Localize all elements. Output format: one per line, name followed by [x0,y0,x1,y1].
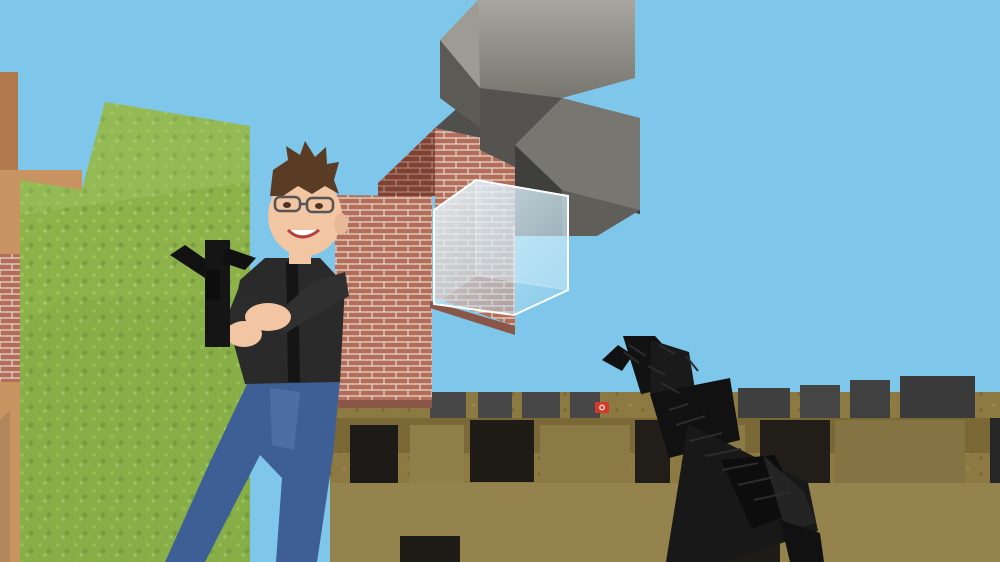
glass-block [433,178,569,317]
game-scene[interactable] [0,0,1000,562]
game-viewport[interactable] [0,0,1000,562]
red-target-icon [595,402,609,413]
